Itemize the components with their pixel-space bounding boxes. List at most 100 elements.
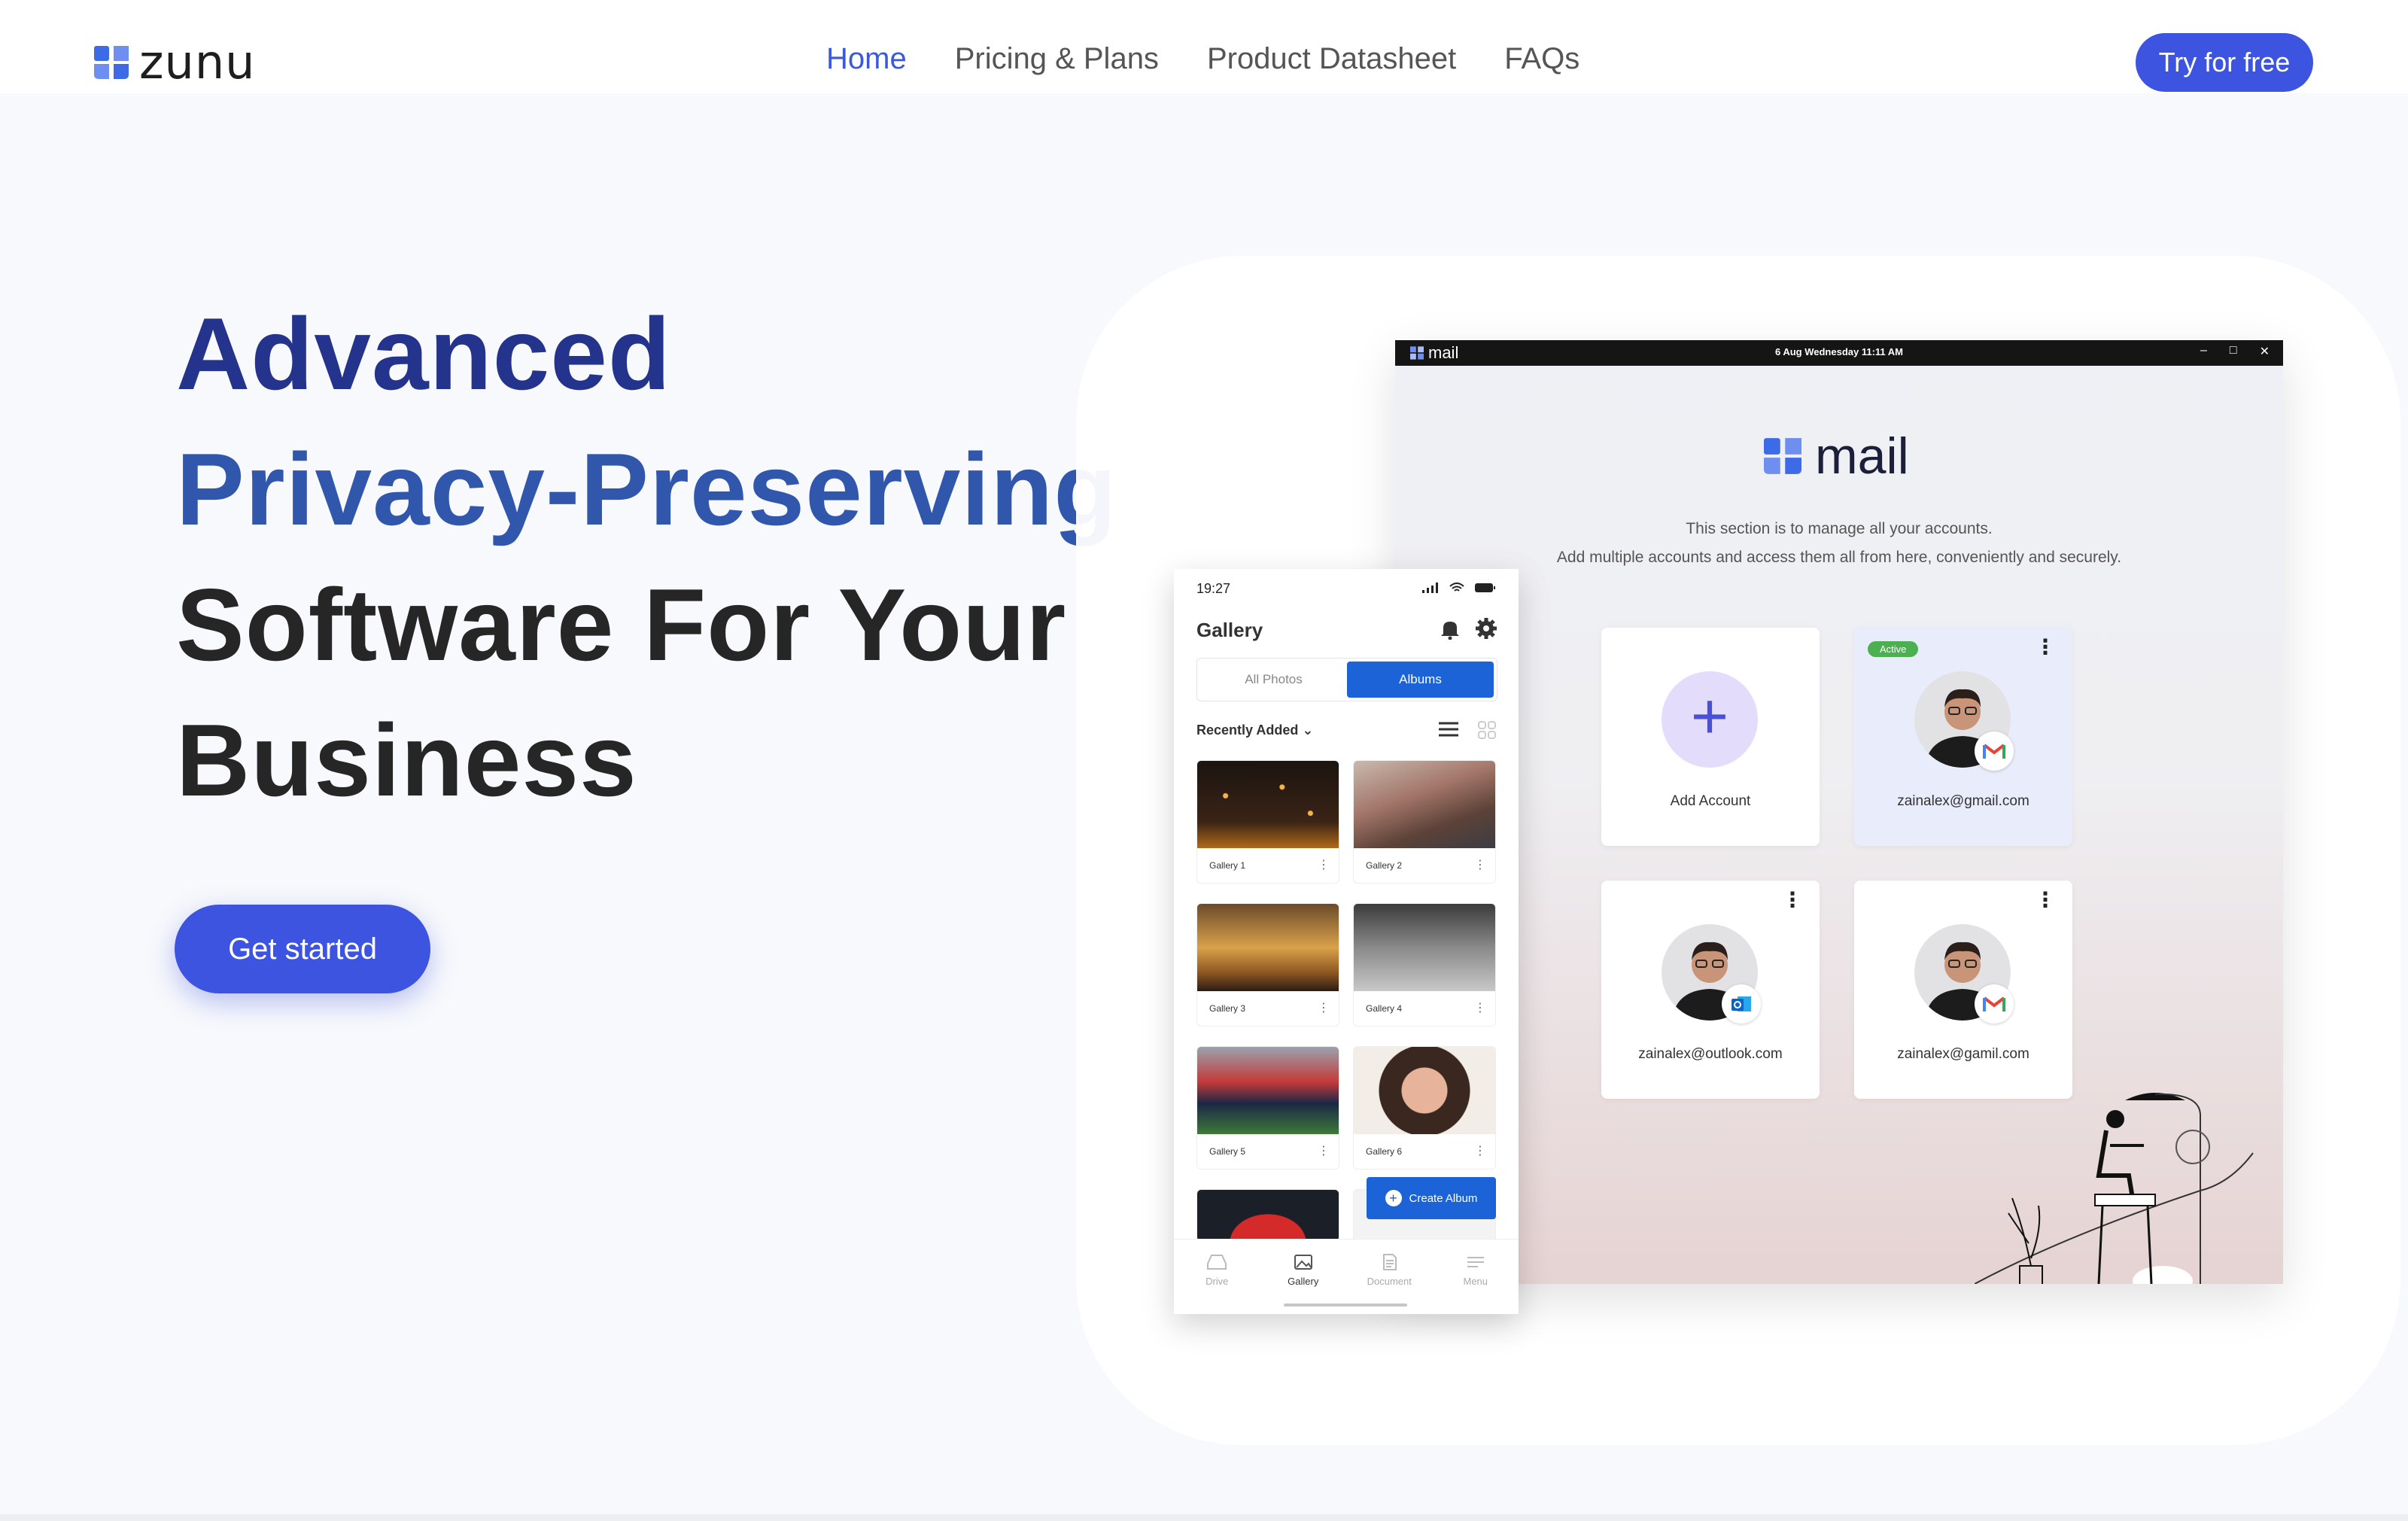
mail-logo: mail [1764, 430, 1909, 482]
mail-titlebar-date: 6 Aug Wednesday 11:11 AM [1774, 346, 1904, 357]
bottom-nav-label: Document [1367, 1276, 1412, 1287]
hero-line-4: Business [176, 703, 637, 817]
try-for-free-button[interactable]: Try for free [2136, 33, 2313, 92]
gallery-label: Gallery 2 [1366, 860, 1403, 871]
gallery-thumbnail [1354, 1047, 1495, 1134]
phone-status-time: 19:27 [1196, 581, 1231, 596]
gallery-card[interactable]: Gallery 5 ⋮ [1196, 1046, 1339, 1170]
drive-icon [1207, 1255, 1227, 1270]
more-options-icon[interactable]: ⋮ [2035, 890, 2056, 911]
active-badge: Active [1868, 641, 1919, 657]
gallery-thumbnail [1354, 904, 1495, 991]
grid-view-icon[interactable] [1478, 721, 1496, 743]
close-icon[interactable]: ✕ [2260, 344, 2270, 359]
gallery-thumbnail [1197, 761, 1339, 848]
bottom-nav-drive[interactable]: Drive [1174, 1240, 1260, 1314]
gallery-card[interactable]: Gallery 1 ⋮ [1196, 760, 1339, 884]
battery-icon [1475, 583, 1495, 592]
phone-status-icons [1422, 583, 1496, 593]
top-navbar: zunu Home Pricing & Plans Product Datash… [0, 0, 2408, 93]
more-options-icon[interactable]: ⋮ [1318, 857, 1330, 872]
nav-link-home[interactable]: Home [826, 44, 907, 74]
mail-app-window: mail 6 Aug Wednesday 11:11 AM – □ ✕ mail… [1395, 340, 2283, 1284]
phone-bottom-nav: Drive Gallery Document Menu [1174, 1239, 1519, 1314]
gallery-phone-mockup: 19:27 Gallery All Photos Albums Recently… [1174, 569, 1519, 1314]
maximize-icon[interactable]: □ [2230, 344, 2237, 359]
page-bottom-divider [0, 1514, 2408, 1521]
window-controls: – □ ✕ [2200, 344, 2270, 359]
gallery-card[interactable]: Gallery 4 ⋮ [1353, 903, 1496, 1027]
account-email: zainalex@outlook.com [1638, 1046, 1783, 1062]
more-options-icon[interactable]: ⋮ [1782, 890, 1803, 911]
outlook-icon [1722, 984, 1761, 1024]
nav-link-datasheet[interactable]: Product Datasheet [1207, 44, 1456, 74]
hero-line-3: Software For Your [176, 567, 1067, 682]
add-account-label: Add Account [1670, 793, 1751, 809]
gallery-label: Gallery 6 [1366, 1146, 1403, 1157]
minimize-icon[interactable]: – [2200, 344, 2207, 359]
nav-links: Home Pricing & Plans Product Datasheet F… [826, 44, 1579, 74]
gallery-thumbnail [1197, 1047, 1339, 1134]
mail-logo-text: mail [1815, 427, 1909, 485]
bell-icon[interactable] [1440, 619, 1460, 643]
gallery-card[interactable] [1196, 1189, 1339, 1242]
bottom-nav-label: Drive [1206, 1276, 1229, 1287]
bottom-nav-label: Gallery [1288, 1276, 1319, 1287]
mail-desc-line-2: Add multiple accounts and access them al… [1556, 549, 2122, 566]
mail-logo-icon [1764, 438, 1801, 474]
more-options-icon[interactable]: ⋮ [1318, 1000, 1330, 1015]
create-album-label: Create Album [1409, 1191, 1478, 1205]
brand-name: zunu [139, 35, 256, 90]
tab-albums[interactable]: Albums [1347, 662, 1494, 698]
gmail-icon [1975, 732, 2014, 771]
document-icon [1383, 1254, 1397, 1270]
tab-all-photos[interactable]: All Photos [1200, 662, 1347, 698]
more-options-icon[interactable]: ⋮ [1318, 1143, 1330, 1158]
gallery-card[interactable]: Gallery 6 ⋮ [1353, 1046, 1496, 1170]
hero-line-1: Advanced [176, 297, 671, 411]
zunu-logo-icon [94, 46, 129, 79]
gallery-label: Gallery 4 [1366, 1003, 1403, 1014]
sort-dropdown[interactable]: Recently Added ⌄ [1196, 722, 1313, 738]
gallery-thumbnail [1197, 1190, 1339, 1241]
menu-icon [1467, 1257, 1484, 1267]
gallery-label: Gallery 3 [1209, 1003, 1246, 1014]
get-started-button[interactable]: Get started [175, 905, 430, 993]
gallery-thumbnail [1354, 761, 1495, 848]
zunu-logo[interactable]: zunu [94, 39, 255, 86]
plus-circle-icon: + [1385, 1190, 1402, 1206]
account-email: zainalex@gmail.com [1897, 793, 2029, 809]
hero-line-2: Privacy-Preserving [176, 432, 1117, 546]
gallery-label: Gallery 5 [1209, 1146, 1246, 1157]
mail-description: This section is to manage all your accou… [1395, 515, 2283, 572]
gallery-icon [1294, 1255, 1312, 1270]
nav-link-faqs[interactable]: FAQs [1504, 44, 1579, 74]
gallery-thumbnail [1197, 904, 1339, 991]
gallery-label: Gallery 1 [1209, 860, 1246, 871]
gmail-icon [1975, 984, 2014, 1024]
mail-desc-line-1: This section is to manage all your accou… [1686, 520, 1993, 537]
account-card[interactable]: Active ⋮ zainalex@gmail.com [1854, 628, 2072, 846]
more-options-icon[interactable]: ⋮ [1474, 857, 1486, 872]
account-card[interactable]: ⋮ zainalex@outlook.com [1601, 881, 1820, 1099]
nav-link-pricing[interactable]: Pricing & Plans [955, 44, 1159, 74]
gallery-card[interactable]: Gallery 3 ⋮ [1196, 903, 1339, 1027]
account-email: zainalex@gamil.com [1897, 1046, 2029, 1062]
gallery-card[interactable]: Gallery 2 ⋮ [1353, 760, 1496, 884]
more-options-icon[interactable]: ⋮ [2035, 637, 2056, 658]
home-indicator [1284, 1303, 1407, 1307]
more-options-icon[interactable]: ⋮ [1474, 1000, 1486, 1015]
more-options-icon[interactable]: ⋮ [1474, 1143, 1486, 1158]
list-view-icon[interactable] [1439, 721, 1458, 741]
wifi-icon [1449, 583, 1464, 592]
mail-titlebar: mail 6 Aug Wednesday 11:11 AM – □ ✕ [1395, 340, 2283, 366]
sort-label: Recently Added [1196, 722, 1299, 738]
gallery-tabs: All Photos Albums [1196, 658, 1497, 701]
hero-heading: Advanced Privacy-Preserving Software For… [176, 286, 1117, 828]
bottom-nav-menu[interactable]: Menu [1433, 1240, 1519, 1314]
add-account-card[interactable]: + Add Account [1601, 628, 1820, 846]
create-album-button[interactable]: + Create Album [1367, 1177, 1496, 1219]
person-with-phone-illustration [1975, 1093, 2254, 1284]
gear-icon[interactable] [1475, 617, 1497, 643]
signal-icon [1422, 583, 1438, 593]
